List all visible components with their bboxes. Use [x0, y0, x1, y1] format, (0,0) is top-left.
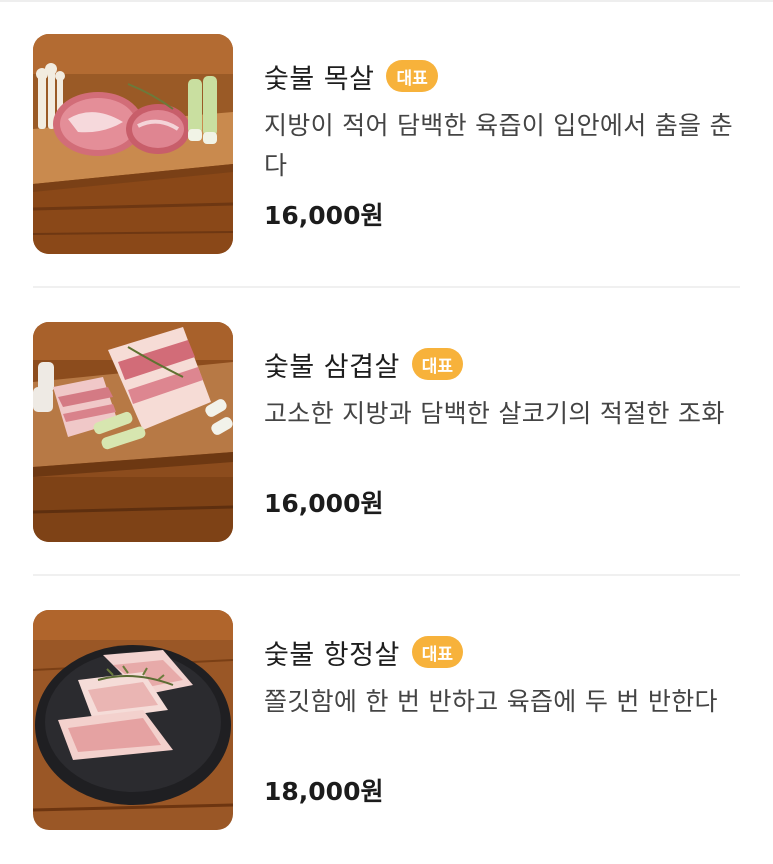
signature-badge: 대표 — [411, 348, 464, 380]
menu-item-description: 고소한 지방과 담백한 살코기의 적절한 조화 — [264, 399, 725, 428]
meat-on-plate-icon — [33, 610, 233, 830]
menu-item-description: 쫄깃함에 한 번 반하고 육즙에 두 번 반한다 — [264, 687, 718, 716]
menu-item-name: 숯불 목살 — [264, 63, 375, 95]
menu-item-photo — [33, 34, 233, 254]
menu-item[interactable]: 숯불 목살 대표 지방이 적어 담백한 육즙이 입안에서 춤을 춘다 16,00… — [0, 0, 773, 288]
menu-item-photo — [33, 610, 233, 830]
menu-item[interactable]: 숯불 삼겹살 대표 고소한 지방과 담백한 살코기의 적절한 조화 16,000… — [0, 288, 773, 576]
menu-item-price: 16,000원 — [264, 489, 384, 518]
signature-badge: 대표 — [386, 60, 438, 92]
menu-item-price: 18,000원 — [264, 777, 384, 806]
menu-item-photo — [33, 322, 233, 542]
menu-item-price: 16,000원 — [264, 201, 384, 230]
meat-on-board-icon — [33, 34, 233, 254]
menu-item-name: 숯불 항정살 — [264, 639, 400, 671]
pork-belly-on-board-icon — [33, 322, 233, 542]
menu-item-name: 숯불 삼겹살 — [264, 351, 400, 383]
signature-badge: 대표 — [411, 636, 464, 668]
menu-item[interactable]: 숯불 항정살 대표 쫄깃함에 한 번 반하고 육즙에 두 번 반한다 18,00… — [0, 576, 773, 864]
menu-item-description: 지방이 적어 담백한 육즙이 입안에서 춤을 춘다 — [264, 111, 733, 180]
